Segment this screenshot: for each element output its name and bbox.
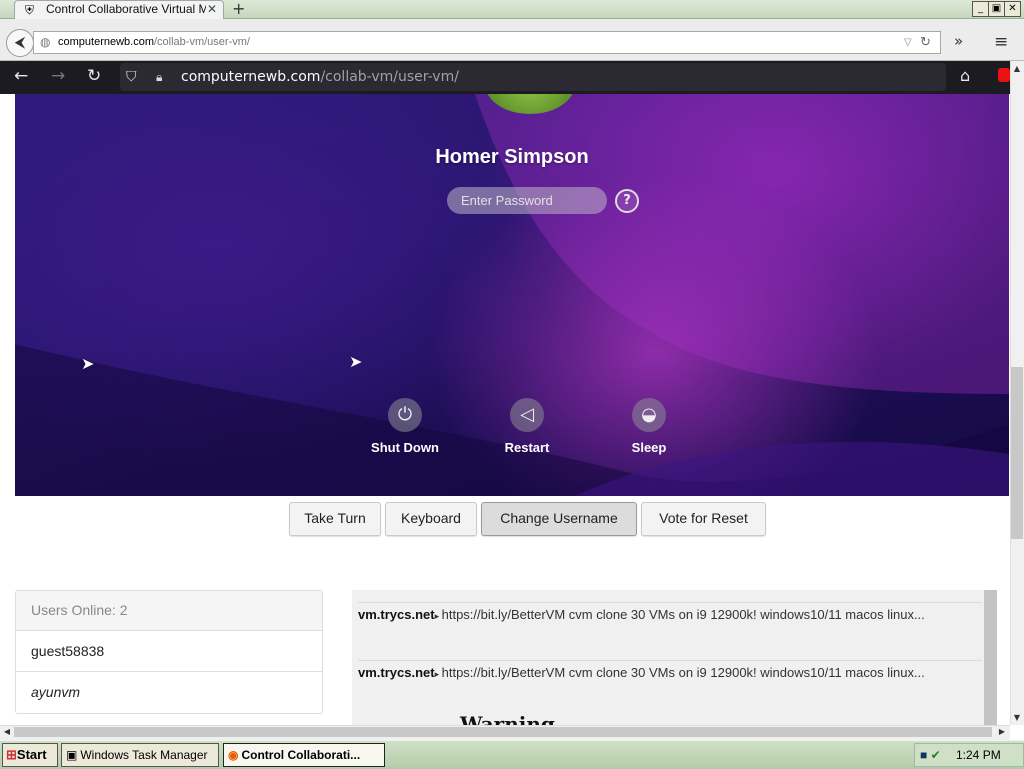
scroll-right-icon[interactable]: ▶ (996, 726, 1008, 738)
restart-icon[interactable]: ◁ (510, 398, 544, 432)
back-arrow-icon[interactable]: ⮜ (6, 29, 34, 57)
restart-label[interactable]: Restart (477, 440, 577, 455)
tab-title: Control Collaborative Virtual M... (46, 2, 206, 16)
horizontal-scroll-thumb[interactable] (14, 727, 992, 737)
taskbar-item-firefox[interactable]: ◉ Control Collaborati... (223, 743, 385, 767)
chat-username: vm.trycs.net (358, 665, 435, 680)
inner-reload-icon[interactable]: ↻ (87, 66, 101, 86)
task-label: Windows Task Manager (80, 748, 208, 762)
new-tab-button[interactable]: + (232, 0, 245, 18)
help-icon[interactable]: ? (615, 189, 639, 213)
dropdown-icon[interactable]: ▽ (904, 32, 912, 53)
maximize-button[interactable]: ▣ (988, 1, 1005, 17)
sleep-icon[interactable]: ◒ (632, 398, 666, 432)
vertical-scroll-thumb[interactable] (1011, 367, 1023, 539)
keyboard-button[interactable]: Keyboard (385, 502, 477, 536)
tracking-shield-icon[interactable]: ⛉ (126, 63, 137, 91)
clock[interactable]: 1:24 PM (956, 748, 1001, 762)
users-online-header: Users Online: 2 (16, 591, 322, 631)
shield-icon: ⛨ (25, 3, 35, 17)
chat-text: https://bit.ly/BetterVM cvm clone 30 VMs… (441, 607, 925, 622)
inner-forward-icon[interactable]: → (51, 66, 65, 86)
take-turn-button[interactable]: Take Turn (289, 502, 381, 536)
chat-username: vm.trycs.net (358, 607, 435, 622)
sleep-label[interactable]: Sleep (599, 440, 699, 455)
close-window-button[interactable]: ✕ (1004, 1, 1021, 17)
lock-icon[interactable]: 🔒︎ (156, 63, 162, 91)
arrow-icon: ▸ (434, 669, 442, 679)
task-label: Control Collaborati... (241, 748, 361, 762)
extension-icon[interactable] (998, 68, 1010, 82)
task-manager-icon: ▣ (66, 748, 78, 762)
menu-icon[interactable]: ≡ (994, 32, 1008, 52)
vm-display[interactable]: Homer Simpson ? ⏻ Shut Down ◁ Restart ◒ … (15, 94, 1009, 496)
firefox-icon: ◉ (228, 748, 239, 762)
reload-icon[interactable]: ↻ (920, 31, 931, 52)
system-tray: ■ ✔ 1:24 PM (914, 743, 1024, 767)
vote-reset-button[interactable]: Vote for Reset (641, 502, 766, 536)
overflow-chevron-icon[interactable]: » (954, 32, 963, 50)
outer-url-text: computernewb.com/collab-vm/user-vm/ (58, 36, 250, 48)
shutdown-label[interactable]: Shut Down (355, 440, 455, 455)
browser-tab[interactable]: ⛨ Control Collaborative Virtual M... ✕ (14, 0, 224, 19)
inner-address-bar[interactable]: ⛉ 🔒︎ computernewb.com/collab-vm/user-vm/ (120, 63, 946, 91)
taskbar-item-task-manager[interactable]: ▣ Windows Task Manager (61, 743, 219, 767)
user-item[interactable]: guest58838 (16, 631, 322, 672)
shield-tray-icon[interactable]: ✔ (931, 748, 941, 762)
scroll-left-icon[interactable]: ◀ (1, 726, 13, 738)
globe-icon: ◍ (40, 35, 51, 49)
start-button[interactable]: ⊞Start (2, 743, 58, 767)
chat-panel: vm.trycs.net▸ https://bit.ly/BetterVM cv… (352, 590, 997, 725)
arrow-icon: ▸ (434, 611, 442, 621)
tab-close-icon[interactable]: ✕ (207, 1, 217, 18)
users-panel: Users Online: 2 guest58838 ayunvm (15, 590, 323, 714)
scroll-down-icon[interactable]: ▼ (1011, 712, 1023, 724)
minimize-button[interactable]: _ (972, 1, 989, 17)
password-field[interactable] (447, 187, 607, 214)
cursor-icon: ➤ (81, 354, 95, 373)
shutdown-icon[interactable]: ⏻ (388, 398, 422, 432)
windows-logo-icon: ⊞ (6, 747, 17, 762)
login-username: Homer Simpson (435, 146, 589, 168)
outer-address-bar[interactable]: ◍ computernewb.com/collab-vm/user-vm/ ▽ … (33, 31, 941, 54)
user-item[interactable]: ayunvm (16, 672, 322, 712)
chat-scrollbar[interactable] (984, 590, 997, 725)
chat-text: https://bit.ly/BetterVM cvm clone 30 VMs… (441, 665, 925, 680)
home-icon[interactable]: ⌂ (960, 66, 970, 85)
chat-warning-heading: Warning (460, 712, 555, 725)
chat-message: vm.trycs.net▸ https://bit.ly/BetterVM cv… (358, 660, 982, 686)
inner-url-text: computernewb.com/collab-vm/user-vm/ (181, 69, 459, 85)
scroll-up-icon[interactable]: ▲ (1011, 63, 1023, 75)
network-icon[interactable]: ■ (920, 748, 927, 762)
remote-cursor-icon: ➤ (349, 352, 363, 371)
start-label: Start (16, 747, 47, 762)
inner-back-icon[interactable]: ← (14, 66, 28, 86)
change-username-button[interactable]: Change Username (481, 502, 637, 536)
chat-message: vm.trycs.net▸ https://bit.ly/BetterVM cv… (358, 602, 982, 628)
